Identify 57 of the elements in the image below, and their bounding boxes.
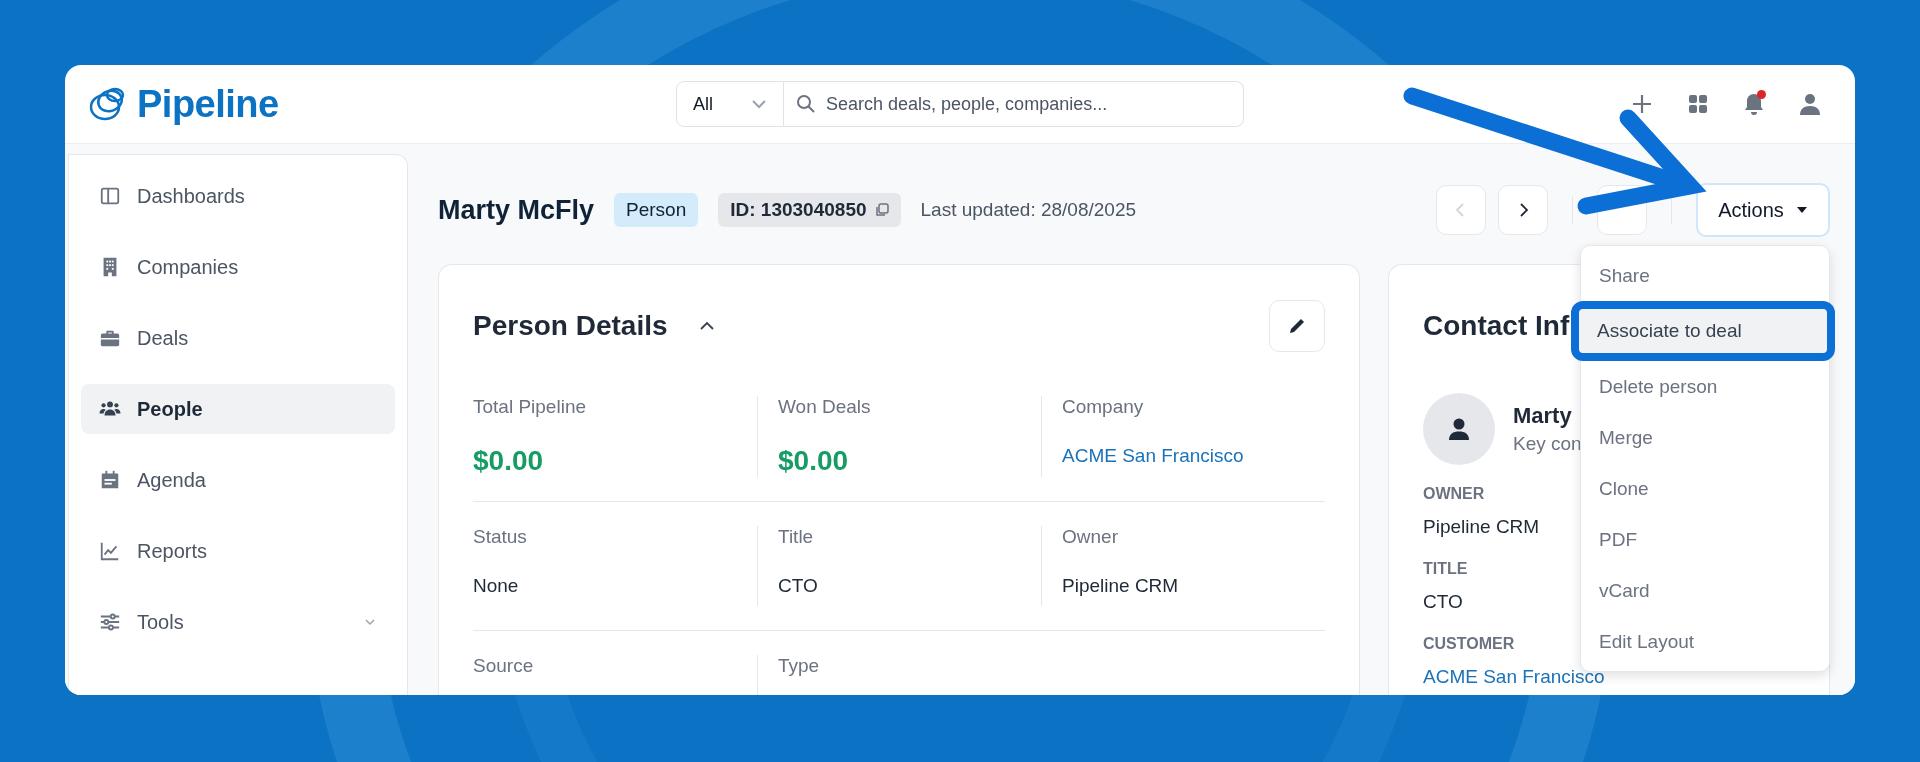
sidebar-item[interactable]: Dashboards — [81, 171, 395, 221]
menu-item[interactable]: Delete person — [1583, 361, 1827, 412]
line-chart-icon — [99, 540, 121, 562]
menu-item[interactable]: vCard — [1583, 565, 1827, 616]
card-title: Person Details — [473, 310, 668, 342]
sidebar-item[interactable]: Companies — [81, 242, 395, 292]
field-label: Owner — [1062, 526, 1118, 548]
menu-item[interactable]: Merge — [1583, 412, 1827, 463]
field-value: $0.00 — [473, 445, 544, 477]
pencil-icon — [1287, 316, 1307, 336]
menu-item[interactable]: PDF — [1583, 514, 1827, 565]
chevron-down-icon — [751, 99, 767, 109]
user-icon[interactable] — [1797, 91, 1823, 117]
field-link[interactable]: ACME San Francisco — [1423, 666, 1605, 688]
type-badge: Person — [614, 193, 699, 227]
field-value: $0.00 — [778, 445, 849, 477]
sidebar-item[interactable]: Agenda — [81, 455, 395, 505]
caret-down-icon — [1795, 206, 1808, 214]
field-label: Type — [778, 655, 820, 677]
record-name: Marty McFly — [438, 194, 595, 226]
field-value: CTO — [778, 575, 818, 597]
field-label: CUSTOMER — [1423, 635, 1515, 653]
field-value: Pipeline CRM — [1062, 575, 1179, 597]
last-updated: Last updated: 28/08/2025 — [920, 199, 1137, 221]
contact-name: Marty — [1513, 403, 1573, 429]
actions-button[interactable]: Actions — [1696, 183, 1830, 237]
layout-icon — [99, 185, 121, 207]
sidebar-item[interactable]: People — [81, 384, 395, 434]
scope-dropdown[interactable]: All — [676, 81, 784, 127]
card-title: Contact Inf — [1423, 310, 1570, 342]
field-label: Won Deals — [778, 396, 871, 418]
sliders-icon — [99, 611, 121, 633]
sidebar-item[interactable]: Reports — [81, 526, 395, 576]
menu-item[interactable]: Associate to deal — [1571, 301, 1835, 361]
brand-name: Pipeline — [137, 82, 279, 126]
contact-role: Key con — [1513, 433, 1582, 455]
field-label: Company — [1062, 396, 1144, 418]
edit-button[interactable] — [1269, 300, 1325, 352]
menu-item[interactable]: Share — [1583, 250, 1827, 301]
search-field[interactable]: Search deals, people, companies... — [784, 81, 1244, 127]
field-label: Title — [778, 526, 814, 548]
copy-icon[interactable] — [874, 203, 889, 217]
field-link[interactable]: ACME San Francisco — [1062, 445, 1244, 467]
field-label: OWNER — [1423, 485, 1485, 503]
field-value: Pipeline CRM — [1423, 516, 1540, 538]
field-value: None — [473, 575, 519, 597]
field-label: TITLE — [1423, 560, 1468, 578]
calendar-icon — [99, 469, 121, 491]
menu-item[interactable]: Clone — [1583, 463, 1827, 514]
field-label: Status — [473, 526, 527, 548]
menu-item[interactable]: Edit Layout — [1583, 616, 1827, 667]
sidebar-item[interactable]: Tools — [81, 597, 395, 647]
field-value: CTO — [1423, 591, 1463, 613]
field-label: Source — [473, 655, 534, 677]
field-label: Total Pipeline — [473, 396, 587, 418]
sidebar-item[interactable]: Deals — [81, 313, 395, 363]
record-id: ID: 1303040850 — [718, 193, 901, 227]
